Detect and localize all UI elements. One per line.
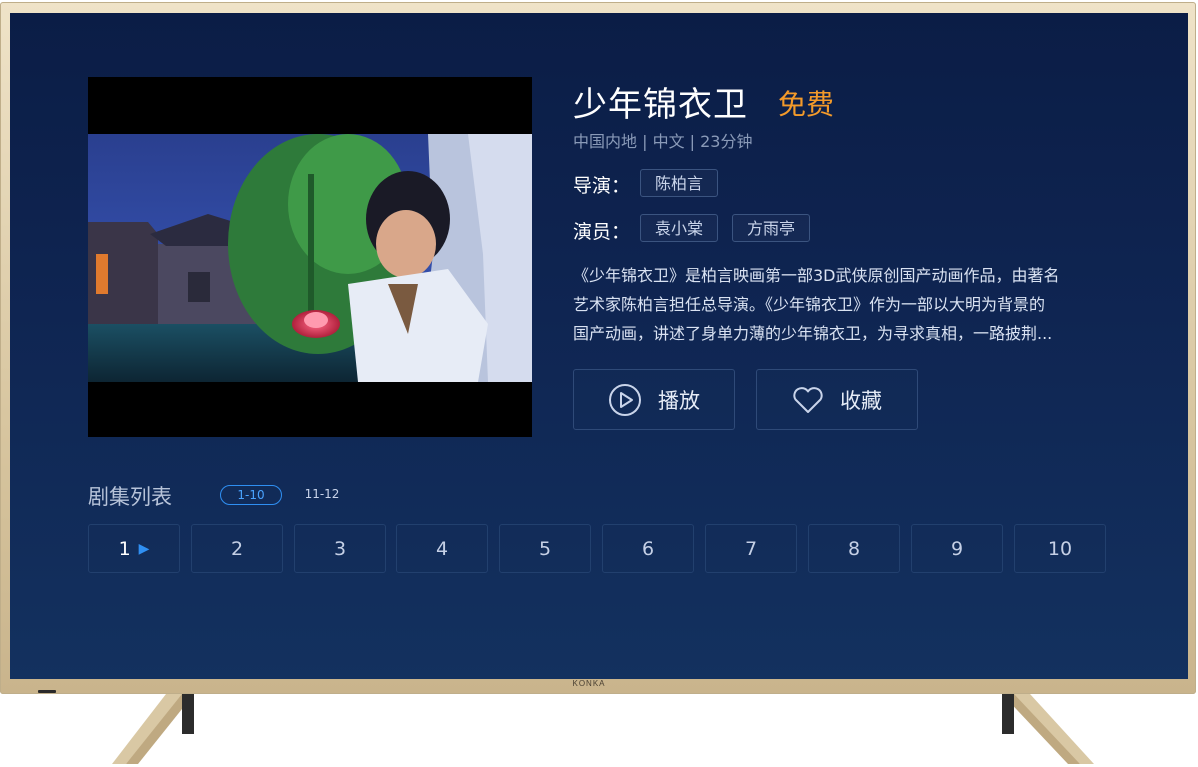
tv-indicator	[38, 690, 56, 693]
episode-number: 4	[435, 537, 449, 560]
episode-button-2[interactable]: 2	[191, 524, 283, 573]
episode-number: 6	[641, 537, 655, 560]
episode-button-5[interactable]: 5	[499, 524, 591, 573]
episode-number: 5	[538, 537, 552, 560]
favorite-button[interactable]: 收藏	[756, 369, 918, 430]
director-tag[interactable]: 陈柏言	[640, 169, 719, 197]
episode-number: 9	[950, 537, 964, 560]
episode-number: 10	[1047, 537, 1073, 560]
episode-button-4[interactable]: 4	[396, 524, 488, 573]
description-line: 《少年锦衣卫》是柏言映画第一部3D武侠原创国产动画作品，由著名	[573, 266, 1060, 285]
range-tab-1-10[interactable]: 1-10	[220, 485, 282, 505]
show-title: 少年锦衣卫	[573, 85, 748, 125]
cast-tag-1[interactable]: 袁小棠	[640, 214, 719, 242]
show-meta: 中国内地 | 中文 | 23分钟	[573, 132, 753, 151]
poster-image	[88, 134, 532, 382]
director-label: 导演：	[573, 175, 631, 197]
cast-tag-2[interactable]: 方雨亭	[732, 214, 811, 242]
heart-icon	[793, 386, 823, 413]
description-line: 艺术家陈柏言担任总导演。《少年锦衣卫》作为一部以大明为背景的	[573, 295, 1046, 314]
play-label: 播放	[658, 388, 700, 413]
range-tab-11-12[interactable]: 11-12	[300, 485, 344, 505]
play-circle-icon	[609, 383, 641, 416]
episode-button-1[interactable]: 1 ▶	[88, 524, 180, 573]
episode-number: 3	[333, 537, 347, 560]
episode-number: 1	[118, 537, 131, 560]
tv-brand-logo: KONKA	[572, 679, 606, 688]
description-line: 国产动画，讲述了身单力薄的少年锦衣卫，为寻求真相，一路披荆...	[573, 324, 1053, 343]
episode-number: 7	[744, 537, 758, 560]
episode-button-9[interactable]: 9	[911, 524, 1003, 573]
free-badge: 免费	[778, 88, 835, 121]
episode-button-7[interactable]: 7	[705, 524, 797, 573]
episode-number: 8	[847, 537, 861, 560]
tv-stand-left	[112, 694, 194, 764]
episode-button-3[interactable]: 3	[294, 524, 386, 573]
show-poster	[88, 77, 532, 437]
tv-stand-right	[1002, 694, 1094, 764]
play-button[interactable]: 播放	[573, 369, 735, 430]
episode-list-title: 剧集列表	[88, 485, 172, 509]
episode-number: 2	[230, 537, 244, 560]
favorite-label: 收藏	[840, 388, 882, 413]
tv-screen: 少年锦衣卫 免费 中国内地 | 中文 | 23分钟 导演： 陈柏言 演员： 袁小…	[10, 13, 1188, 679]
cast-label: 演员：	[573, 221, 631, 243]
tv-bezel: 少年锦衣卫 免费 中国内地 | 中文 | 23分钟 导演： 陈柏言 演员： 袁小…	[0, 2, 1196, 694]
episode-button-8[interactable]: 8	[808, 524, 900, 573]
episode-button-6[interactable]: 6	[602, 524, 694, 573]
show-description: 《少年锦衣卫》是柏言映画第一部3D武侠原创国产动画作品，由著名 艺术家陈柏言担任…	[573, 261, 1103, 348]
playing-triangle-icon: ▶	[138, 540, 150, 557]
episode-button-10[interactable]: 10	[1014, 524, 1106, 573]
